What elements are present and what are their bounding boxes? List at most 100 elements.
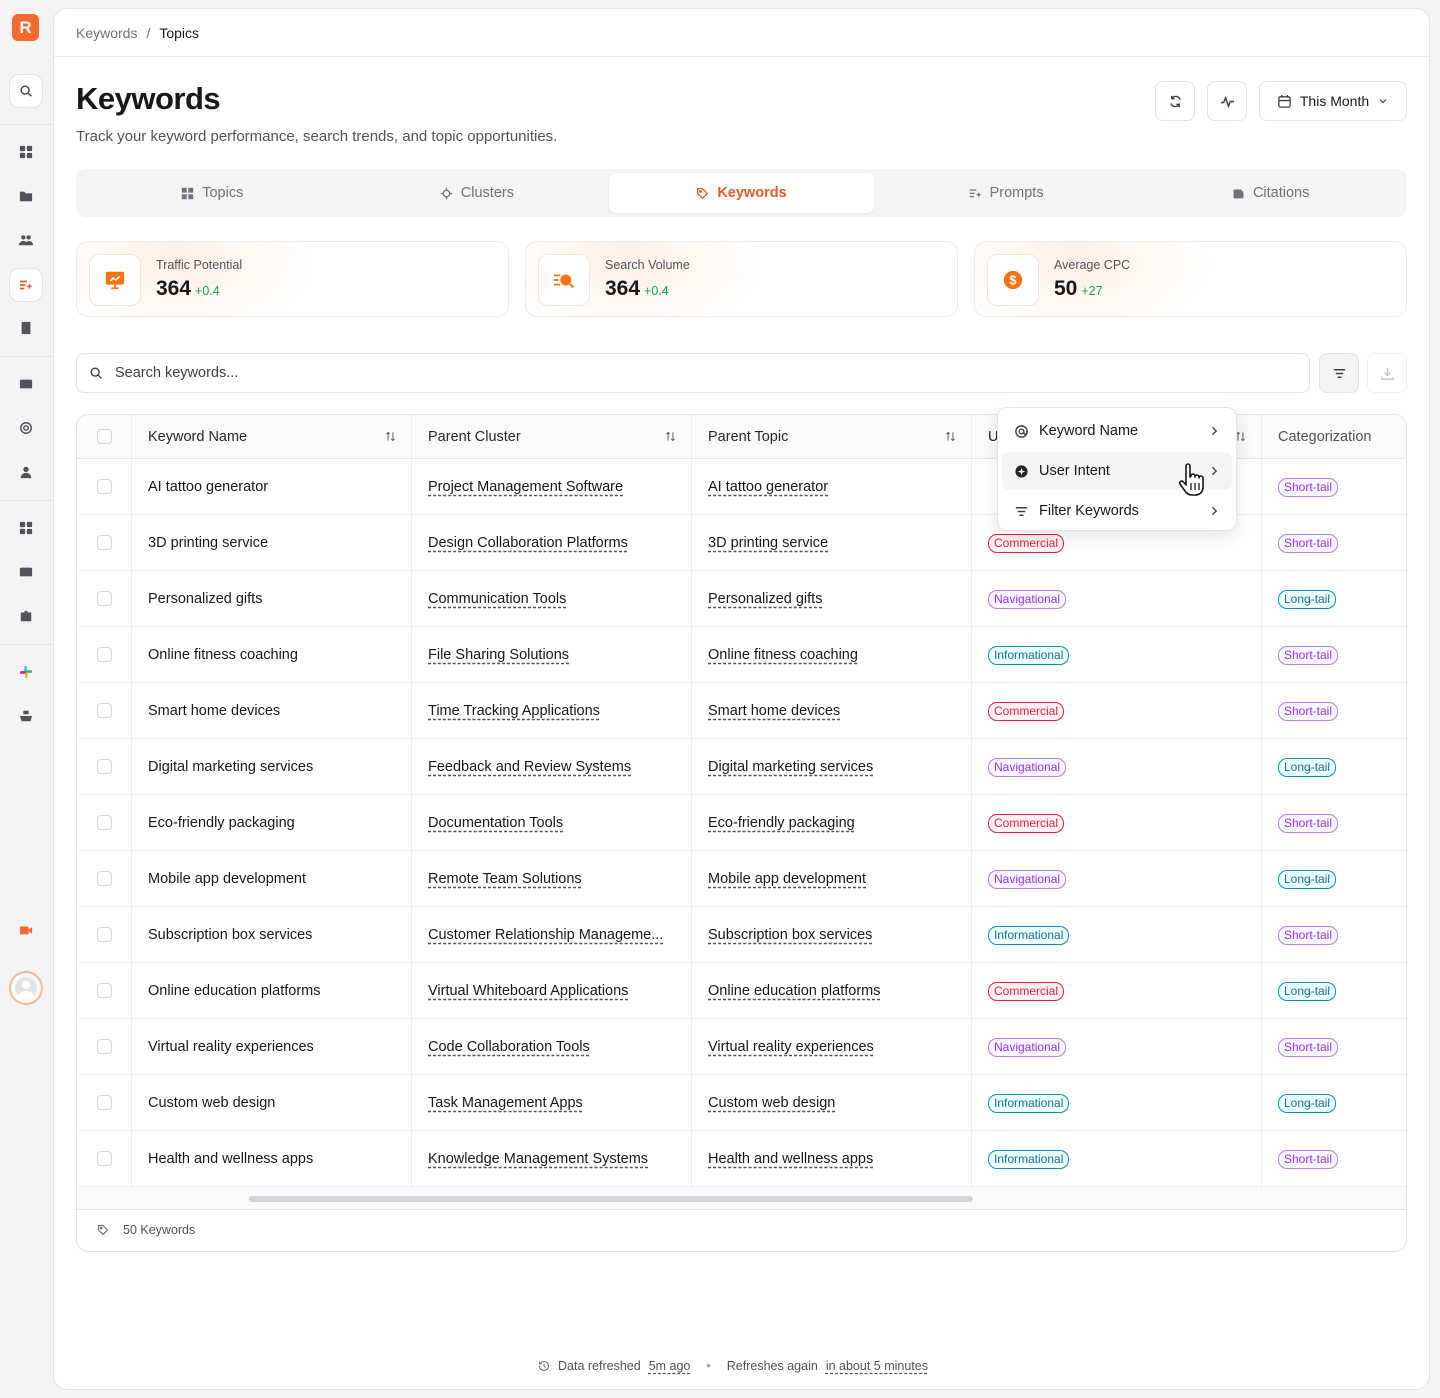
- topic-cell[interactable]: Custom web design: [708, 1075, 960, 1131]
- parent-topic-link[interactable]: Eco-friendly packaging: [708, 815, 855, 831]
- parent-topic-link[interactable]: Subscription box services: [708, 927, 872, 943]
- tab-citations[interactable]: Citations: [1138, 173, 1403, 213]
- sidebar-item-folder[interactable]: [12, 182, 40, 210]
- topic-cell[interactable]: Health and wellness apps: [708, 1131, 960, 1187]
- cluster-cell[interactable]: File Sharing Solutions: [428, 627, 680, 683]
- row-checkbox[interactable]: [97, 1095, 112, 1110]
- parent-cluster-link[interactable]: Virtual Whiteboard Applications: [428, 983, 628, 999]
- cluster-cell[interactable]: Communication Tools: [428, 571, 680, 627]
- topic-cell[interactable]: Mobile app development: [708, 851, 960, 907]
- parent-topic-link[interactable]: Personalized gifts: [708, 591, 822, 607]
- download-button[interactable]: [1367, 353, 1407, 393]
- topic-cell[interactable]: Virtual reality experiences: [708, 1019, 960, 1075]
- search-input[interactable]: [115, 365, 1215, 381]
- column-header-keyword-name[interactable]: Keyword Name: [148, 415, 247, 459]
- cluster-cell[interactable]: Time Tracking Applications: [428, 683, 680, 739]
- sidebar-item-monitor[interactable]: [12, 558, 40, 586]
- parent-cluster-link[interactable]: Design Collaboration Platforms: [428, 535, 628, 551]
- cluster-cell[interactable]: Task Management Apps: [428, 1075, 680, 1131]
- row-checkbox[interactable]: [97, 927, 112, 942]
- column-header-categorization[interactable]: Categorization: [1278, 415, 1372, 459]
- cluster-cell[interactable]: Feedback and Review Systems: [428, 739, 680, 795]
- sidebar-item-keywords[interactable]: [9, 268, 43, 302]
- row-checkbox[interactable]: [97, 535, 112, 550]
- user-avatar[interactable]: [9, 971, 43, 1005]
- topic-cell[interactable]: Online education platforms: [708, 963, 960, 1019]
- topic-cell[interactable]: Subscription box services: [708, 907, 960, 963]
- topic-cell[interactable]: Online fitness coaching: [708, 627, 960, 683]
- sidebar-item-ship[interactable]: [12, 702, 40, 730]
- row-checkbox[interactable]: [97, 983, 112, 998]
- parent-cluster-link[interactable]: Code Collaboration Tools: [428, 1039, 590, 1055]
- sidebar-item-audience[interactable]: [12, 458, 40, 486]
- select-all-checkbox[interactable]: [97, 429, 112, 444]
- parent-cluster-link[interactable]: Project Management Software: [428, 479, 623, 495]
- cluster-cell[interactable]: Project Management Software: [428, 459, 680, 515]
- activity-button[interactable]: [1207, 81, 1247, 121]
- breadcrumb-parent[interactable]: Keywords: [76, 25, 137, 41]
- topic-cell[interactable]: Smart home devices: [708, 683, 960, 739]
- app-logo[interactable]: R: [12, 14, 39, 41]
- cluster-cell[interactable]: Customer Relationship Manageme...: [428, 907, 680, 963]
- tab-keywords[interactable]: Keywords: [609, 173, 874, 213]
- table-row[interactable]: Online education platforms Virtual Whiteb…: [77, 963, 1406, 1019]
- column-header-parent-cluster[interactable]: Parent Cluster: [428, 415, 521, 459]
- period-select[interactable]: This Month: [1259, 81, 1407, 121]
- table-row[interactable]: Mobile app development Remote Team Soluti…: [77, 851, 1406, 907]
- tab-prompts[interactable]: Prompts: [874, 173, 1139, 213]
- parent-cluster-link[interactable]: Communication Tools: [428, 591, 566, 607]
- topic-cell[interactable]: 3D printing service: [708, 515, 960, 571]
- table-row[interactable]: Eco-friendly packaging Documentation Tool…: [77, 795, 1406, 851]
- sidebar-item-book[interactable]: [12, 314, 40, 342]
- row-checkbox[interactable]: [97, 703, 112, 718]
- table-row[interactable]: Virtual reality experiences Code Collabor…: [77, 1019, 1406, 1075]
- parent-topic-link[interactable]: Mobile app development: [708, 871, 866, 887]
- cluster-cell[interactable]: Remote Team Solutions: [428, 851, 680, 907]
- horizontal-scrollbar[interactable]: [77, 1188, 1406, 1210]
- sidebar-item-dashboard[interactable]: [12, 138, 40, 166]
- table-row[interactable]: Personalized gifts Communication Tools Per…: [77, 571, 1406, 627]
- sidebar-item-widgets[interactable]: [12, 514, 40, 542]
- sort-icon[interactable]: [944, 430, 957, 443]
- row-checkbox[interactable]: [97, 479, 112, 494]
- parent-cluster-link[interactable]: Documentation Tools: [428, 815, 563, 831]
- sidebar-item-mentions[interactable]: [12, 414, 40, 442]
- sidebar-search-button[interactable]: [9, 74, 43, 108]
- parent-cluster-link[interactable]: Knowledge Management Systems: [428, 1151, 648, 1167]
- row-checkbox[interactable]: [97, 1039, 112, 1054]
- table-row[interactable]: Smart home devices Time Tracking Applicat…: [77, 683, 1406, 739]
- menu-item-keyword-name[interactable]: Keyword Name: [1002, 412, 1232, 450]
- parent-topic-link[interactable]: Online education platforms: [708, 983, 881, 999]
- parent-topic-link[interactable]: Online fitness coaching: [708, 647, 858, 663]
- row-checkbox[interactable]: [97, 815, 112, 830]
- parent-cluster-link[interactable]: File Sharing Solutions: [428, 647, 569, 663]
- sort-icon[interactable]: [384, 430, 397, 443]
- cluster-cell[interactable]: Documentation Tools: [428, 795, 680, 851]
- sidebar-item-ads[interactable]: [12, 370, 40, 398]
- topic-cell[interactable]: Eco-friendly packaging: [708, 795, 960, 851]
- topic-cell[interactable]: Personalized gifts: [708, 571, 960, 627]
- row-checkbox[interactable]: [97, 591, 112, 606]
- parent-topic-link[interactable]: Smart home devices: [708, 703, 840, 719]
- row-checkbox[interactable]: [97, 1151, 112, 1166]
- tab-clusters[interactable]: Clusters: [345, 173, 610, 213]
- sort-icon[interactable]: [664, 430, 677, 443]
- sidebar-item-team[interactable]: [12, 226, 40, 254]
- parent-topic-link[interactable]: Virtual reality experiences: [708, 1039, 874, 1055]
- parent-cluster-link[interactable]: Feedback and Review Systems: [428, 759, 631, 775]
- table-row[interactable]: Custom web design Task Management Apps Cus…: [77, 1075, 1406, 1131]
- parent-cluster-link[interactable]: Customer Relationship Manageme...: [428, 927, 663, 943]
- parent-cluster-link[interactable]: Remote Team Solutions: [428, 871, 582, 887]
- tab-topics[interactable]: Topics: [80, 173, 345, 213]
- cluster-cell[interactable]: Design Collaboration Platforms: [428, 515, 680, 571]
- parent-topic-link[interactable]: Custom web design: [708, 1095, 835, 1111]
- sidebar-item-slack[interactable]: [12, 658, 40, 686]
- topic-cell[interactable]: AI tattoo generator: [708, 459, 960, 515]
- refresh-button[interactable]: [1155, 81, 1195, 121]
- sidebar-item-integrations[interactable]: [12, 602, 40, 630]
- parent-topic-link[interactable]: Digital marketing services: [708, 759, 873, 775]
- sidebar-item-video[interactable]: [12, 916, 40, 944]
- topic-cell[interactable]: Digital marketing services: [708, 739, 960, 795]
- table-row[interactable]: Online fitness coaching File Sharing Solu…: [77, 627, 1406, 683]
- cluster-cell[interactable]: Code Collaboration Tools: [428, 1019, 680, 1075]
